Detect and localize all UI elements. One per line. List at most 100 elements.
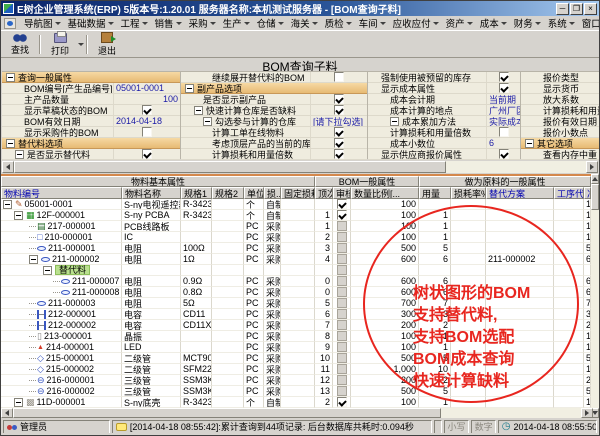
scroll-up-icon[interactable] xyxy=(591,174,599,184)
menu-item[interactable]: 基础数据 xyxy=(64,15,117,31)
option-value[interactable]: 100 xyxy=(113,94,180,104)
option-checkbox[interactable] xyxy=(499,83,509,93)
options-group-header[interactable]: 查询一般属性 xyxy=(2,72,180,83)
menu-item[interactable]: 海关 xyxy=(287,15,321,31)
audit-checkbox[interactable] xyxy=(337,265,347,275)
find-button[interactable]: 查找 xyxy=(3,33,37,56)
option-checkbox[interactable] xyxy=(334,149,344,159)
option-checkbox[interactable] xyxy=(334,72,344,82)
grid-horizontal-scrollbar[interactable] xyxy=(1,408,593,418)
audit-checkbox[interactable] xyxy=(337,243,347,253)
column-header[interactable]: 审核 xyxy=(333,187,351,199)
option-value[interactable] xyxy=(486,149,520,159)
options-horizontal-scrollbar[interactable] xyxy=(2,161,598,173)
audit-checkbox[interactable] xyxy=(337,331,347,341)
scroll-left-icon[interactable] xyxy=(1,408,13,418)
option-value[interactable]: 2014-04-18 xyxy=(113,116,180,126)
column-header[interactable]: 数量比例[... xyxy=(351,187,419,199)
restore-button[interactable]: ❐ xyxy=(570,3,583,15)
table-row[interactable]: ▩11D-000001S-ny底壳R-3423个自制210011 xyxy=(1,397,593,408)
option-value[interactable] xyxy=(310,105,367,115)
print-button[interactable]: 打印 xyxy=(43,33,77,56)
option-value[interactable]: 实际成本 xyxy=(486,116,520,126)
menu-item[interactable]: 导航图 xyxy=(20,15,64,31)
option-checkbox[interactable] xyxy=(334,94,344,104)
options-group-header[interactable]: 其它选项 xyxy=(521,138,600,149)
audit-checkbox[interactable] xyxy=(337,298,347,308)
column-header[interactable]: 物料编号 xyxy=(1,187,122,199)
audit-checkbox[interactable] xyxy=(337,397,347,407)
option-value[interactable] xyxy=(310,149,367,159)
option-value[interactable] xyxy=(310,94,367,104)
scroll-right-icon[interactable] xyxy=(581,408,593,418)
exit-button[interactable]: 退出 xyxy=(90,33,124,56)
audit-checkbox[interactable] xyxy=(337,364,347,374)
audit-checkbox[interactable] xyxy=(337,386,347,396)
option-value[interactable]: 6 xyxy=(486,138,520,148)
column-header[interactable]: 损耗率% xyxy=(451,187,486,199)
print-dropdown-arrow[interactable] xyxy=(77,33,84,56)
audit-checkbox[interactable] xyxy=(337,210,347,220)
menu-item[interactable]: 质检 xyxy=(321,15,355,31)
audit-checkbox[interactable] xyxy=(337,342,347,352)
option-value[interactable] xyxy=(310,127,367,137)
option-value[interactable]: 广州厂区 xyxy=(486,105,520,115)
menu-item[interactable]: 窗口 xyxy=(578,15,600,31)
option-checkbox[interactable] xyxy=(142,149,152,159)
menu-item[interactable]: 系统 xyxy=(544,15,578,31)
collapse-icon[interactable] xyxy=(525,139,534,148)
column-header[interactable]: 单位 xyxy=(244,187,264,199)
column-header[interactable]: 物料名称 xyxy=(122,187,181,199)
scrollbar-thumb[interactable] xyxy=(14,161,446,173)
menu-item[interactable]: 生产 xyxy=(219,15,253,31)
audit-checkbox[interactable] xyxy=(337,353,347,363)
audit-checkbox[interactable] xyxy=(337,199,347,209)
column-header[interactable]: 顶次 xyxy=(315,187,333,199)
menu-item[interactable]: 采购 xyxy=(185,15,219,31)
option-value[interactable]: 05001-0001 xyxy=(113,83,180,93)
option-checkbox[interactable] xyxy=(499,149,509,159)
column-header[interactable]: 固定损耗量 xyxy=(281,187,315,199)
option-value[interactable] xyxy=(113,149,180,159)
collapse-icon[interactable] xyxy=(185,84,194,93)
audit-checkbox[interactable] xyxy=(337,221,347,231)
collapse-icon[interactable] xyxy=(15,150,24,159)
menu-item[interactable]: 工程 xyxy=(117,15,151,31)
audit-checkbox[interactable] xyxy=(337,309,347,319)
collapse-icon[interactable] xyxy=(390,117,399,126)
option-value[interactable] xyxy=(310,138,367,148)
option-checkbox[interactable] xyxy=(142,105,152,115)
column-header[interactable]: 替代方案 xyxy=(486,187,554,199)
tree-expander[interactable] xyxy=(43,266,52,275)
audit-checkbox[interactable] xyxy=(337,276,347,286)
audit-checkbox[interactable] xyxy=(337,375,347,385)
option-value[interactable]: 当前期 xyxy=(486,94,520,104)
menu-item[interactable]: 财务 xyxy=(510,15,544,31)
column-header[interactable]: 规格1 xyxy=(181,187,212,199)
option-checkbox[interactable] xyxy=(499,72,509,82)
collapse-icon[interactable] xyxy=(6,139,15,148)
option-checkbox[interactable] xyxy=(334,138,344,148)
column-header[interactable]: 净需. xyxy=(584,187,591,199)
column-header[interactable]: 损.. xyxy=(264,187,281,199)
menu-item[interactable]: 仓储 xyxy=(253,15,287,31)
menu-item[interactable]: 车间 xyxy=(355,15,389,31)
scrollbar-thumb[interactable] xyxy=(591,184,599,210)
options-group-header[interactable]: 副产品选项 xyxy=(181,83,367,94)
column-header[interactable]: 规格2 xyxy=(212,187,244,199)
close-button[interactable]: × xyxy=(584,3,597,15)
tree-expander[interactable] xyxy=(14,211,23,220)
options-group-header[interactable]: 替代料选项 xyxy=(2,138,180,149)
option-value[interactable] xyxy=(486,83,520,93)
option-value[interactable]: [请下拉勾选] xyxy=(310,116,367,126)
collapse-icon[interactable] xyxy=(203,117,212,126)
audit-checkbox[interactable] xyxy=(337,254,347,264)
table-row[interactable]: ✎05001-0001S-ny电视遥控器 0R-3423个自制1001 xyxy=(1,199,593,210)
option-checkbox[interactable] xyxy=(334,105,344,115)
collapse-icon[interactable] xyxy=(6,73,15,82)
menu-item[interactable]: 成本 xyxy=(476,15,510,31)
menu-item[interactable]: 资产 xyxy=(442,15,476,31)
option-checkbox[interactable] xyxy=(499,127,509,137)
scrollbar-thumb[interactable] xyxy=(13,408,441,418)
scroll-right-icon[interactable] xyxy=(586,161,598,173)
